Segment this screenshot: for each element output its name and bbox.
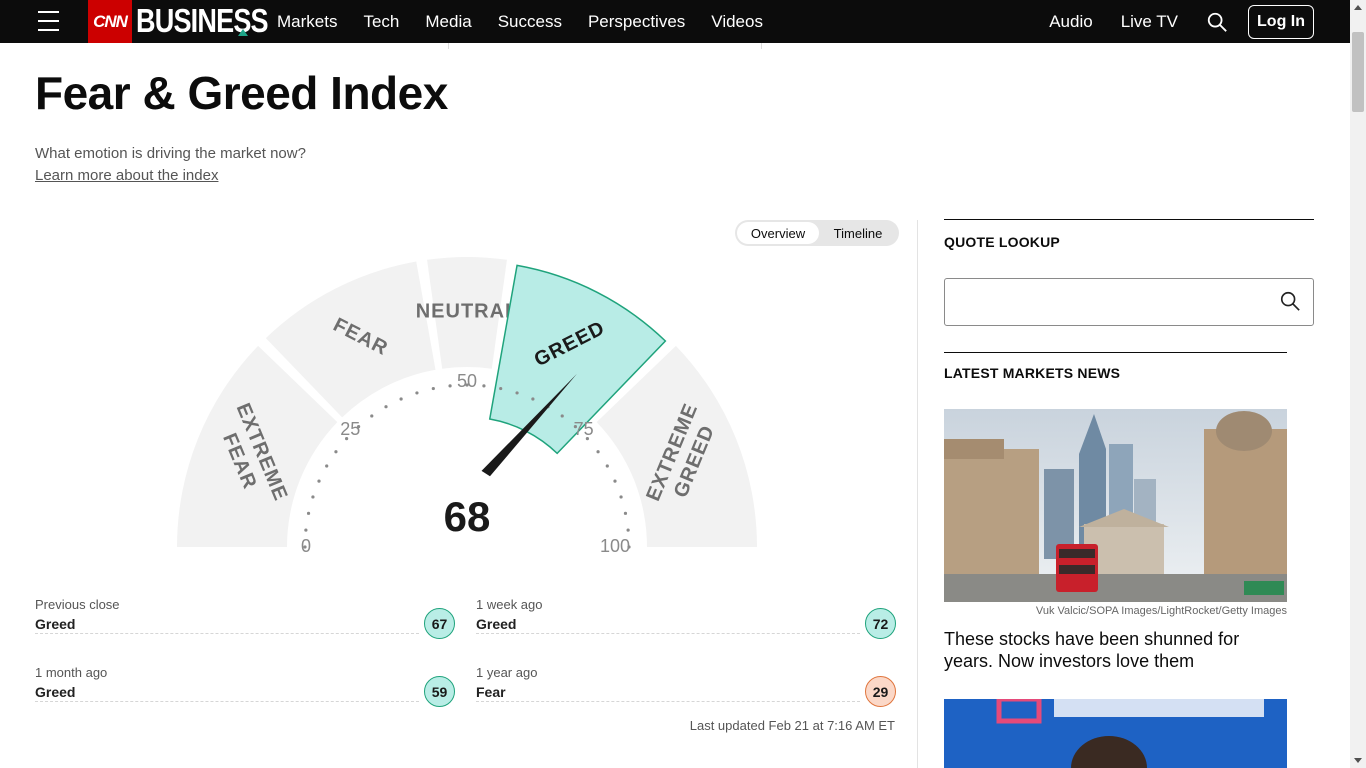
learn-more-link[interactable]: Learn more about the index: [35, 167, 218, 184]
nav-link-tech[interactable]: Tech: [363, 12, 399, 32]
gauge-tick-dot: [623, 511, 628, 515]
subnav-divider: [448, 43, 449, 49]
gauge-tick-dot: [334, 450, 338, 454]
gauge-tick-label: 100: [600, 536, 630, 556]
rail-rule: [944, 219, 1314, 220]
nav-link-perspectives[interactable]: Perspectives: [588, 12, 685, 32]
search-icon[interactable]: [1279, 290, 1301, 312]
gauge-tick-dot: [304, 528, 308, 532]
page-title: Fear & Greed Index: [35, 67, 448, 119]
stat-label: Previous close: [35, 597, 120, 612]
last-updated: Last updated Feb 21 at 7:16 AM ET: [689, 718, 895, 733]
gauge-tick-dot: [325, 464, 329, 468]
score-badge: 29: [865, 676, 896, 707]
tab-timeline[interactable]: Timeline: [819, 222, 897, 244]
gauge-tick-dot: [415, 391, 419, 395]
nav-link-success[interactable]: Success: [498, 12, 562, 32]
gauge-tick-dot: [431, 386, 435, 391]
business-logo-accent: [238, 29, 248, 36]
gauge-tick-dot: [482, 384, 486, 388]
quote-lookup-heading: QUOTE LOOKUP: [944, 234, 1060, 250]
stat-previous-close: Previous close Greed 67: [35, 597, 455, 647]
score-badge: 59: [424, 676, 455, 707]
dotted-rule: [476, 701, 860, 702]
scroll-down-arrow[interactable]: [1354, 758, 1362, 763]
gauge-tick-dot: [306, 511, 311, 515]
banner-image: [944, 699, 1287, 768]
gauge-tick-dot: [384, 405, 388, 409]
nav-link-audio[interactable]: Audio: [1049, 12, 1092, 32]
page-scrollbar[interactable]: [1350, 0, 1366, 768]
gauge-tick-dot: [619, 495, 623, 499]
gauge-tick-label: 75: [574, 419, 594, 439]
stat-rating: Greed: [35, 616, 76, 632]
gauge-tick-dot: [317, 479, 321, 483]
score-badge: 67: [424, 608, 455, 639]
top-nav: CNN BUSINESS Markets Tech Media Success …: [0, 0, 1350, 43]
stat-rating: Greed: [476, 616, 517, 632]
menu-icon[interactable]: [38, 11, 59, 31]
gauge-tick-dot: [399, 397, 403, 401]
gauge-tick-label: 0: [301, 536, 311, 556]
fear-greed-gauge: EXTREMEFEARFEARNEUTRALGREEDEXTREMEGREED0…: [177, 257, 757, 565]
gauge-tick-label: 25: [340, 419, 360, 439]
cnn-logo[interactable]: CNN: [88, 0, 132, 43]
stat-1-week-ago: 1 week ago Greed 72: [476, 597, 896, 647]
quote-lookup-input[interactable]: [944, 278, 1314, 326]
search-icon[interactable]: [1206, 11, 1228, 33]
latest-news-heading: LATEST MARKETS NEWS: [944, 365, 1121, 381]
score-badge: 72: [865, 608, 896, 639]
stat-1-year-ago: 1 year ago Fear 29: [476, 665, 896, 715]
gauge-tick-dot: [311, 495, 315, 499]
gauge-tick-dot: [605, 464, 609, 468]
tab-overview[interactable]: Overview: [737, 222, 819, 244]
article-image[interactable]: [944, 699, 1287, 768]
column-divider: [917, 220, 918, 768]
page-subtitle: What emotion is driving the market now?: [35, 145, 306, 162]
image-credit: Vuk Valcic/SOPA Images/LightRocket/Getty…: [1035, 605, 1287, 617]
stat-rating: Greed: [35, 684, 76, 700]
dotted-rule: [35, 701, 419, 702]
nav-link-videos[interactable]: Videos: [711, 12, 763, 32]
rail-rule: [944, 352, 1287, 353]
dotted-rule: [476, 633, 860, 634]
gauge-tick-dot: [560, 414, 564, 418]
stat-label: 1 month ago: [35, 665, 108, 680]
gauge-label: NEUTRAL: [416, 300, 519, 322]
stat-rating: Fear: [476, 684, 506, 700]
nav-link-markets[interactable]: Markets: [277, 12, 337, 32]
dotted-rule: [35, 633, 419, 634]
subnav-divider: [761, 43, 762, 49]
article-image[interactable]: [944, 409, 1287, 602]
city-street-image: [944, 409, 1287, 602]
gauge-tick-dot: [370, 414, 374, 418]
nav-link-live-tv[interactable]: Live TV: [1121, 12, 1178, 32]
stat-label: 1 week ago: [476, 597, 543, 612]
login-button[interactable]: Log In: [1248, 4, 1314, 39]
stat-1-month-ago: 1 month ago Greed 59: [35, 665, 455, 715]
primary-nav: Markets Tech Media Success Perspectives …: [277, 0, 789, 43]
secondary-nav: Audio Live TV Log In: [1021, 0, 1314, 43]
nav-link-media[interactable]: Media: [425, 12, 471, 32]
gauge-tick-dot: [499, 386, 503, 391]
gauge-tick-dot: [596, 450, 600, 454]
business-logo[interactable]: BUSINESS: [136, 2, 269, 40]
scrollbar-thumb[interactable]: [1352, 32, 1364, 112]
scroll-up-arrow[interactable]: [1354, 5, 1362, 10]
gauge-tick-dot: [531, 397, 535, 401]
stat-label: 1 year ago: [476, 665, 538, 680]
view-toggle: Overview Timeline: [735, 220, 899, 246]
gauge-tick-dot: [613, 479, 617, 483]
gauge-tick-dot: [626, 528, 630, 532]
gauge-tick-label: 50: [457, 371, 477, 391]
gauge-tick-dot: [515, 391, 519, 395]
gauge-tick-dot: [448, 384, 452, 388]
article-headline[interactable]: These stocks have been shunned for years…: [944, 628, 1287, 672]
gauge-value: 68: [444, 493, 491, 540]
